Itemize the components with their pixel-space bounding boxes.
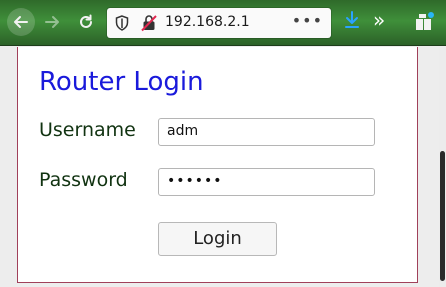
username-input[interactable]: adm [158,118,375,146]
password-label: Password [39,169,128,191]
insecure-lock-icon[interactable] [141,14,157,32]
forward-button[interactable] [38,8,66,36]
login-card: Router Login Username adm Password •••••… [17,47,418,283]
url-text[interactable]: 192.168.2.1 [165,14,250,30]
arrow-left-icon [14,16,28,28]
page-content: Router Login Username adm Password •••••… [0,47,446,287]
reload-button[interactable] [72,8,100,36]
overflow-menu-icon[interactable]: » [373,8,385,32]
username-label: Username [39,119,136,141]
browser-toolbar: 192.168.2.1 ••• » [0,0,446,46]
page-title: Router Login [39,67,204,97]
reload-icon [80,14,92,28]
address-bar[interactable]: 192.168.2.1 ••• [107,8,331,38]
login-button[interactable]: Login [158,222,277,256]
arrow-right-icon [45,16,59,28]
download-icon[interactable] [343,10,361,30]
back-button[interactable] [7,8,35,36]
scrollbar-thumb[interactable] [440,151,445,281]
password-input[interactable]: •••••• [158,168,375,196]
extensions-icon[interactable] [413,10,435,32]
vertical-scrollbar[interactable] [439,47,446,287]
page-actions-icon[interactable]: ••• [292,11,323,30]
tracking-shield-icon[interactable] [115,15,129,31]
